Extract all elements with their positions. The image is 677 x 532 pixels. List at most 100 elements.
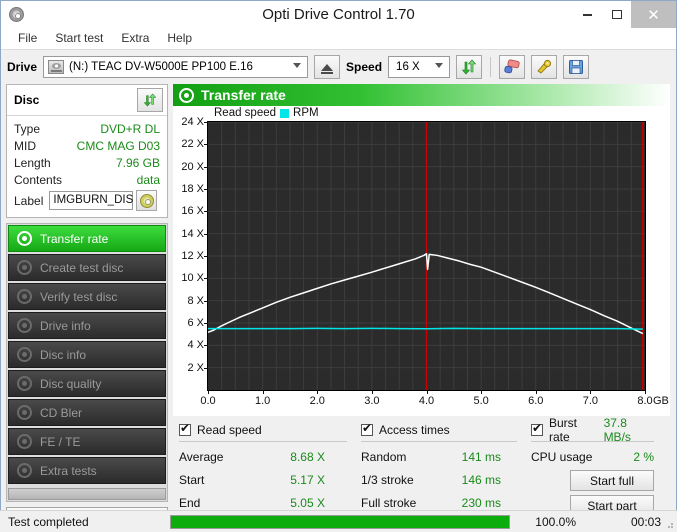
- plot-svg: [207, 121, 645, 390]
- x-axis-tick: [645, 390, 646, 394]
- burst-rate-header: Burst rate 37.8 MB/s: [531, 416, 668, 444]
- speed-select[interactable]: 16 X: [388, 56, 451, 78]
- stat-row-cpu-usage: CPU usage 2 %: [531, 445, 668, 468]
- disc-refresh-button[interactable]: [137, 88, 163, 112]
- chevron-down-icon: [435, 63, 444, 68]
- chart-title: Transfer rate: [201, 87, 286, 103]
- menu-file[interactable]: File: [9, 29, 46, 47]
- chart-legend: Read speed RPM: [214, 107, 319, 119]
- status-bar: Test completed 100.0% 00:03: [0, 510, 677, 532]
- sidebar-item-transfer-rate[interactable]: Transfer rate: [8, 225, 166, 252]
- full-stroke-value: 230 ms: [461, 495, 501, 510]
- sidebar-item-label: Disc info: [40, 347, 87, 362]
- sidebar-item-disc-info[interactable]: Disc info: [8, 341, 166, 368]
- eject-icon: [321, 63, 334, 74]
- maximize-button[interactable]: [602, 1, 631, 28]
- x-axis-tick: [317, 390, 319, 394]
- divider: [531, 441, 654, 442]
- sidebar-item-verify-test-disc[interactable]: Verify test disc: [8, 283, 166, 310]
- access-times-stats: Access times Random 141 ms 1/3 stroke 14…: [361, 420, 531, 518]
- disc-length-value: 7.96 GB: [115, 155, 160, 170]
- y-axis-tick: [204, 144, 208, 146]
- disc-row-contents: Contents data: [14, 171, 160, 188]
- y-axis-label: 12 X: [181, 250, 204, 262]
- y-axis-label: 18 X: [181, 183, 204, 195]
- burst-rate-checkbox[interactable]: [531, 421, 543, 436]
- menu-extra[interactable]: Extra: [112, 29, 158, 47]
- x-axis-tick: [426, 390, 428, 394]
- x-axis-tick: [262, 390, 264, 394]
- x-axis-label: 5.0: [473, 395, 489, 407]
- disc-label-button[interactable]: [136, 190, 158, 211]
- burst-rate-value: 37.8 MB/s: [603, 415, 631, 444]
- divider: [179, 441, 347, 442]
- progress-percent: 100.0%: [535, 514, 576, 529]
- read-speed-stats: Read speed Average 8.68 X Start 5.17 X E…: [179, 420, 361, 518]
- access-times-checkbox[interactable]: [361, 421, 373, 436]
- sidebar-item-extra-tests[interactable]: Extra tests: [8, 457, 166, 484]
- sidebar: Disc Type DVD+R DL MID CMC MAG D03 Lengt…: [1, 84, 173, 523]
- eject-button[interactable]: [314, 55, 341, 79]
- x-axis-tick: [208, 390, 209, 394]
- stat-row-average: Average 8.68 X: [179, 445, 361, 468]
- x-axis-tick: [535, 390, 537, 394]
- burst-rate-stats: Burst rate 37.8 MB/s CPU usage 2 % Start…: [531, 416, 668, 518]
- speed-select-value: 16 X: [396, 61, 420, 73]
- sidebar-item-drive-info[interactable]: Drive info: [8, 312, 166, 339]
- sidebar-item-label: Disc quality: [40, 376, 102, 391]
- resize-grip[interactable]: [664, 519, 674, 529]
- disc-icon: [17, 260, 32, 275]
- menu-start-test[interactable]: Start test: [46, 29, 112, 47]
- toolbar-separator: [490, 57, 492, 77]
- tools-button[interactable]: [531, 55, 558, 79]
- refresh-button[interactable]: [456, 55, 483, 79]
- disc-label-input[interactable]: IMGBURN_DIS: [49, 191, 134, 210]
- sidebar-item-label: Extra tests: [40, 463, 97, 478]
- close-button[interactable]: ✕: [631, 1, 676, 28]
- chart-header: Transfer rate: [173, 84, 670, 106]
- y-axis-label: 8 X: [187, 294, 204, 307]
- erase-button[interactable]: [499, 55, 526, 79]
- sidebar-item-label: CD Bler: [40, 405, 83, 420]
- disc-icon: [17, 463, 32, 478]
- plot-grid: 2 X 4 X 6 X 8 X 10 X 12 X 14 X 16 X 18 X 20 X 22 X…: [181, 116, 669, 407]
- minimize-button[interactable]: [573, 1, 602, 28]
- disc-row-mid: MID CMC MAG D03: [14, 137, 160, 154]
- disc-mid-value: CMC MAG D03: [76, 138, 160, 153]
- y-axis-tick: [204, 122, 208, 123]
- disc-panel-header: Disc: [7, 85, 167, 116]
- y-axis-label: 4 X: [187, 339, 204, 352]
- cd-icon: [139, 193, 154, 208]
- x-axis-label: 7.0: [582, 395, 599, 407]
- y-axis-tick: [204, 345, 208, 347]
- application-window: Opti Drive Control 1.70 ✕ File Start tes…: [0, 0, 677, 523]
- legend-read-speed: Read speed: [214, 107, 277, 119]
- stat-row-start: Start 5.17 X: [179, 468, 361, 491]
- drive-label: Drive: [7, 60, 38, 74]
- drive-select[interactable]: (N:) TEAC DV-W5000E PP100 E.16: [43, 56, 309, 78]
- sidebar-item-fe-te[interactable]: FE / TE: [8, 428, 166, 455]
- sidebar-item-cd-bler[interactable]: CD Bler: [8, 399, 166, 426]
- sidebar-item-label: Create test disc: [40, 260, 124, 275]
- menu-bar: File Start test Extra Help: [1, 28, 676, 49]
- disc-icon: [17, 289, 32, 304]
- menu-help[interactable]: Help: [158, 29, 201, 47]
- elapsed-time: 00:03: [630, 514, 661, 529]
- divider: [361, 441, 517, 442]
- y-axis-tick: [204, 211, 208, 213]
- disc-label-row: Label IMGBURN_DIS: [14, 190, 160, 211]
- x-axis-label: 2.0: [309, 395, 325, 407]
- disc-contents-value: data: [136, 172, 160, 187]
- end-key: End: [179, 495, 201, 510]
- sidebar-item-create-test-disc[interactable]: Create test disc: [8, 254, 166, 281]
- save-button[interactable]: [563, 55, 590, 79]
- start-full-button[interactable]: Start full: [570, 470, 654, 491]
- access-times-label: Access times: [379, 422, 450, 437]
- y-axis-label: 24 X: [181, 116, 204, 128]
- sidebar-item-disc-quality[interactable]: Disc quality: [8, 370, 166, 397]
- x-axis-label: 1.0: [254, 395, 271, 407]
- sidebar-item-label: Drive info: [40, 318, 91, 333]
- sidebar-item-label: Transfer rate: [40, 231, 109, 246]
- read-speed-checkbox[interactable]: [179, 421, 191, 436]
- disc-info-panel: Disc Type DVD+R DL MID CMC MAG D03 Lengt…: [6, 84, 168, 218]
